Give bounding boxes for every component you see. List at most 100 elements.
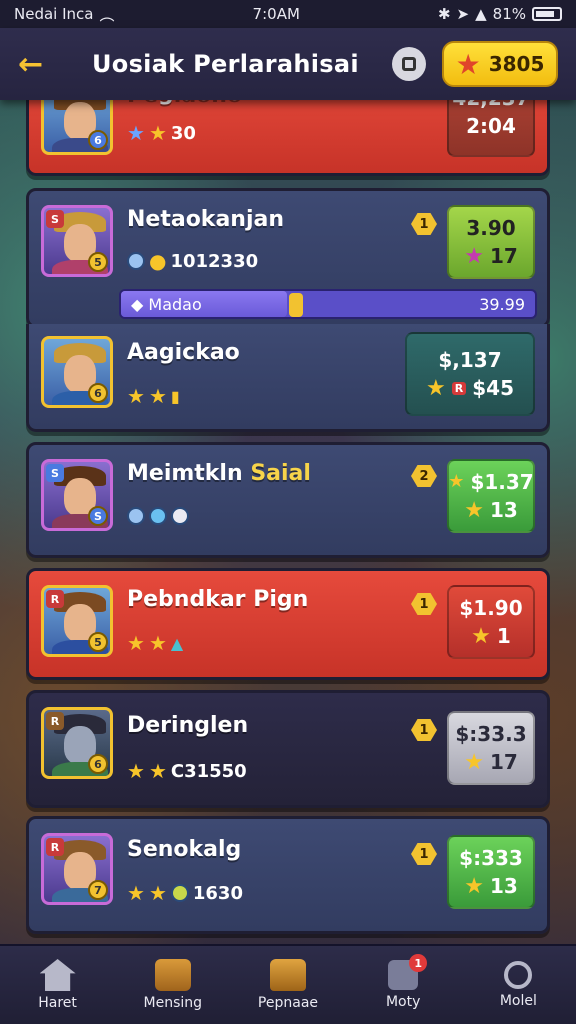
list-item[interactable]: 6 Aagickao ★★▮ 0 $,137 ★ R $45 <box>26 324 550 432</box>
price-top: $:33.3 <box>455 721 527 746</box>
gem-icon <box>149 507 167 525</box>
level-badge: 5 <box>88 632 108 652</box>
price-box[interactable]: 3.90 ★ 17 <box>447 205 535 279</box>
item-name: Deringlen <box>127 713 249 738</box>
nav-pepnaae[interactable]: Pepnaae <box>238 959 338 1011</box>
gem-icon <box>127 507 145 525</box>
item-stats: ★ ★ 30 <box>127 121 196 145</box>
character-portrait: S 5 <box>41 205 113 277</box>
item-name: Senokalg <box>127 837 242 862</box>
count-badge: 1 <box>411 593 437 615</box>
star-icon: ★ <box>127 759 145 783</box>
location-icon: ➤ <box>456 5 470 23</box>
stat-value: 1630 <box>192 882 243 904</box>
list-item[interactable]: S 5 Netaokanjan ● 1012330 1 3.90 ★ 17 ◆ M… <box>26 188 550 328</box>
list-item[interactable]: S S Meimtkln Saial 2 ★ $1.37 ★ 13 <box>26 442 550 558</box>
page-title: Uosiak Perlarahisai <box>92 50 359 78</box>
currency-display[interactable]: ★ 3805 <box>442 41 558 87</box>
rank-badge: R <box>46 838 64 856</box>
nav-molel[interactable]: Molel <box>468 961 568 1009</box>
potion-icon: ▲ <box>170 633 184 653</box>
level-badge: 6 <box>88 130 108 150</box>
box-icon <box>154 959 191 991</box>
star-icon: ★ <box>127 121 145 145</box>
level-badge: S <box>88 506 108 526</box>
level-badge: 7 <box>88 880 108 900</box>
star-icon: ★ <box>148 631 167 655</box>
item-name: Netaokanjan <box>127 207 284 232</box>
item-stats: ★ ★ 1630 <box>127 881 243 905</box>
item-name-accent: Saial <box>250 461 311 486</box>
nav-mensing[interactable]: Mensing <box>123 959 223 1011</box>
chest-icon <box>269 959 306 991</box>
price-box[interactable]: ★ $1.37 ★ 13 <box>447 459 535 533</box>
nav-label: Haret <box>38 995 77 1011</box>
nav-label: Mensing <box>143 995 203 1011</box>
back-arrow-icon[interactable]: ← <box>18 47 58 82</box>
progress-value: 39.99 <box>479 294 525 314</box>
price-bottom: $45 <box>472 376 514 400</box>
star-icon: ★ <box>464 243 484 269</box>
coin-icon: ● <box>149 249 167 273</box>
price-box[interactable]: $:33.3 ★ 17 <box>447 711 535 785</box>
bottle-icon: ▮ <box>170 386 180 406</box>
gem-icon <box>171 507 189 525</box>
price-bottom: 13 <box>489 874 518 898</box>
item-name: Pebndkar Pign <box>127 587 309 612</box>
stat-value: 30 <box>170 122 196 144</box>
level-badge: 6 <box>88 754 108 774</box>
price-badge: R <box>451 381 467 395</box>
bluetooth-icon: ✱ <box>437 5 451 23</box>
progress-bar: ◆ Madao 39.99 <box>119 289 537 319</box>
price-box[interactable]: $,137 ★ R $45 <box>405 332 535 416</box>
star-icon: ★ <box>127 881 145 905</box>
progress-thumb <box>289 293 303 317</box>
battery-percent: 81% <box>492 5 526 23</box>
item-stats: ★ ★ C31550 <box>127 759 247 783</box>
price-bottom: 17 <box>489 244 518 268</box>
price-top: $1.37 <box>470 469 534 494</box>
nav-moty[interactable]: 1 Moty <box>353 954 453 1010</box>
nav-label: Pepnaae <box>257 995 319 1011</box>
character-portrait: S S <box>41 459 113 531</box>
count-badge: 1 <box>411 719 437 741</box>
gem-icon <box>127 252 145 270</box>
list-item[interactable]: R 7 Senokalg ★ ★ 1630 1 $:333 ★ 13 <box>26 816 550 934</box>
star-icon: ★ <box>148 759 167 783</box>
list-item[interactable]: R 5 Pebndkar Pign ★ ★ ▲ 1 $1.90 ★ 1 <box>26 568 550 680</box>
star-icon: ★ <box>464 497 484 523</box>
price-box[interactable]: $:333 ★ 13 <box>447 835 535 909</box>
star-icon: ★ <box>148 881 167 905</box>
currency-amount: 3805 <box>488 52 545 76</box>
nav-home[interactable]: Haret <box>8 959 108 1011</box>
price-bottom: 13 <box>489 498 518 522</box>
nav-label: Moty <box>385 994 421 1010</box>
coin-icon: ◆ <box>131 294 149 314</box>
square-icon <box>402 57 416 71</box>
rank-badge: R <box>46 590 64 608</box>
rank-badge: R <box>46 712 64 730</box>
star-icon: ★ <box>471 623 491 649</box>
notification-badge: 1 <box>409 954 428 972</box>
price-bottom: 17 <box>489 750 518 774</box>
item-stats <box>127 507 189 525</box>
status-bar: Nedai Inca ︵ 7:0AM ✱ ➤ ▲ 81% <box>0 0 576 28</box>
count-badge: 1 <box>411 213 437 235</box>
bottom-nav: Haret Mensing Pepnaae 1 Moty Molel <box>0 944 576 1024</box>
item-stats: ★ ★ ▲ <box>127 631 183 655</box>
star-icon: ★ <box>148 121 167 145</box>
price-box[interactable]: $1.90 ★ 1 <box>447 585 535 659</box>
app-header: ← Uosiak Perlarahisai ★ 3805 <box>0 28 576 100</box>
nav-label: Molel <box>499 993 537 1009</box>
search-icon <box>504 961 533 989</box>
star-icon: ★ <box>426 375 446 401</box>
count-badge: 2 <box>411 465 437 487</box>
progress-label-text: Madao <box>148 294 202 314</box>
list-item[interactable]: R 6 Deringlen ★ ★ C31550 1 $:33.3 ★ 17 <box>26 690 550 808</box>
item-name-main: Meimtkln <box>127 461 243 486</box>
item-name: Aagickao <box>127 340 240 365</box>
star-icon: ★ <box>127 384 145 408</box>
level-badge: 6 <box>88 383 108 403</box>
price-top: $:333 <box>459 845 523 870</box>
info-button[interactable] <box>392 47 426 81</box>
